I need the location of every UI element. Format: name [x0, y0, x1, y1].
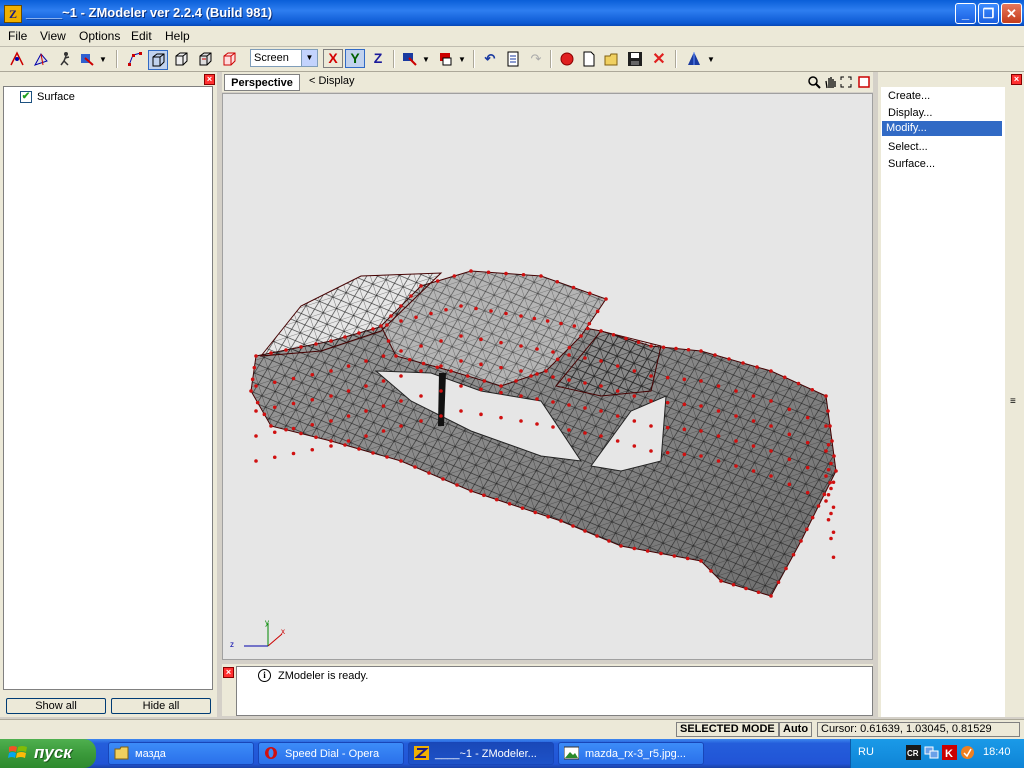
command-list	[881, 87, 1005, 717]
object-tool-icon[interactable]	[78, 50, 96, 68]
chevron-down-icon[interactable]: ▼	[457, 50, 467, 68]
objects-tree[interactable]	[3, 86, 213, 690]
tab-display[interactable]: < Display	[309, 75, 355, 87]
select-face-icon[interactable]	[32, 50, 50, 68]
delete-icon[interactable]: ✕	[650, 50, 668, 68]
command-select[interactable]: Select...	[888, 141, 928, 153]
menu-edit[interactable]: Edit	[131, 29, 152, 43]
history-icon[interactable]	[504, 50, 522, 68]
task-folder-mazda[interactable]: мазда	[108, 742, 254, 765]
hide-all-button[interactable]: Hide all	[111, 698, 211, 714]
chevron-down-icon[interactable]: ▼	[706, 50, 716, 68]
select-vertex-icon[interactable]	[8, 50, 26, 68]
snap-icon[interactable]	[401, 50, 419, 68]
render-icon[interactable]	[685, 50, 703, 68]
kaspersky-icon[interactable]: K	[942, 745, 957, 760]
object-mode-icon[interactable]	[172, 50, 190, 68]
cr-tray-icon[interactable]: CR	[906, 745, 921, 760]
group-mode-icon[interactable]	[196, 50, 214, 68]
windows-logo-icon	[8, 746, 27, 758]
link-icon[interactable]	[437, 50, 455, 68]
window-title: _____~1 - ZModeler ver 2.2.4 (Build 981)	[26, 5, 273, 20]
chevron-down-icon[interactable]: ▼	[301, 50, 317, 66]
coordinate-system-value: Screen	[254, 52, 289, 64]
axis-z-button[interactable]: Z	[368, 49, 388, 68]
task-zmodeler[interactable]: ____~1 - ZModeler...	[408, 742, 554, 765]
car-wireframe-model[interactable]: x y z	[223, 94, 872, 659]
axis-y-button[interactable]: Y	[345, 49, 365, 68]
maximize-button[interactable]: ❐	[978, 3, 999, 24]
cursor-coordinates: Cursor: 0.61639, 1.03045, 0.81529	[817, 722, 1020, 737]
toolbar-separator	[675, 50, 677, 68]
3d-viewport[interactable]: x y z	[222, 93, 873, 660]
maximize-viewport-icon[interactable]	[856, 75, 871, 90]
toolbar-separator	[550, 50, 552, 68]
pan-hand-icon[interactable]	[822, 75, 837, 90]
close-icon[interactable]: ×	[204, 74, 215, 85]
splitter-grip-icon[interactable]: ≡	[1010, 396, 1016, 407]
fit-view-icon[interactable]	[838, 75, 853, 90]
redo-icon[interactable]: ↷	[527, 50, 545, 68]
svg-text:K: K	[945, 748, 953, 760]
close-icon[interactable]: ×	[223, 667, 234, 678]
hierarchy-mode-icon[interactable]	[220, 50, 238, 68]
axis-x-label: x	[281, 627, 285, 636]
toolbar-separator	[116, 50, 118, 68]
command-create[interactable]: Create...	[888, 90, 930, 102]
menu-bar: File View Options Edit Help	[0, 26, 1024, 47]
axis-y-label: y	[265, 618, 269, 627]
close-icon[interactable]: ×	[1011, 74, 1022, 85]
command-surface[interactable]: Surface...	[888, 158, 935, 170]
show-all-button[interactable]: Show all	[6, 698, 106, 714]
zoom-icon[interactable]	[806, 75, 821, 90]
selection-mode-status: SELECTED MODE	[676, 722, 779, 737]
title-bar[interactable]: Z _____~1 - ZModeler ver 2.2.4 (Build 98…	[0, 0, 1024, 26]
undo-icon[interactable]: ↶	[481, 50, 499, 68]
clock: 18:40	[983, 746, 1011, 758]
zmodeler-icon	[414, 746, 429, 760]
info-icon: i	[258, 669, 271, 682]
vertex-mode-icon[interactable]	[126, 50, 144, 68]
image-icon	[564, 746, 579, 760]
language-indicator[interactable]: RU	[858, 746, 874, 758]
close-button[interactable]: ✕	[1001, 3, 1022, 24]
task-image-viewer[interactable]: mazda_rx-3_r5.jpg...	[558, 742, 704, 765]
open-folder-icon[interactable]	[603, 50, 621, 68]
menu-view[interactable]: View	[40, 29, 66, 43]
save-icon[interactable]	[626, 50, 644, 68]
record-icon[interactable]	[558, 50, 576, 68]
toolbar: ▼ Screen ▼ X Y Z ▼ ▼ ↶ ↷ ✕ ▼	[0, 47, 1024, 72]
menu-file[interactable]: File	[8, 29, 27, 43]
chevron-down-icon[interactable]: ▼	[421, 50, 431, 68]
task-opera[interactable]: Speed Dial - Opera	[258, 742, 404, 765]
tree-item-surface[interactable]: Surface	[37, 91, 75, 103]
zmodeler-app-icon[interactable]: Z	[4, 5, 22, 23]
svg-text:CR: CR	[907, 749, 919, 758]
new-file-icon[interactable]	[580, 50, 598, 68]
network-icon[interactable]	[924, 745, 939, 760]
menu-help[interactable]: Help	[165, 29, 190, 43]
toolbar-separator	[473, 50, 475, 68]
surface-checkbox[interactable]: ✔	[20, 91, 32, 103]
command-modify[interactable]: Modify...	[882, 121, 1002, 136]
menu-options[interactable]: Options	[79, 29, 120, 43]
auto-status[interactable]: Auto	[779, 722, 813, 737]
tab-perspective[interactable]: Perspective	[224, 74, 300, 91]
command-display[interactable]: Display...	[888, 107, 932, 119]
move-tool-icon[interactable]	[56, 50, 74, 68]
log-message: ZModeler is ready.	[278, 670, 369, 682]
car-body	[249, 269, 838, 598]
coordinate-system-select[interactable]: Screen ▼	[250, 49, 318, 67]
axis-z-label: z	[230, 640, 234, 649]
opera-icon	[265, 747, 277, 759]
minimize-button[interactable]: _	[955, 3, 976, 24]
folder-icon	[114, 746, 129, 760]
axis-x-button[interactable]: X	[323, 49, 343, 68]
axis-gizmo: x y z	[230, 618, 285, 649]
face-mode-icon[interactable]	[148, 50, 168, 70]
toolbar-separator	[393, 50, 395, 68]
security-shield-icon[interactable]	[960, 745, 975, 760]
chevron-down-icon[interactable]: ▼	[98, 50, 108, 68]
